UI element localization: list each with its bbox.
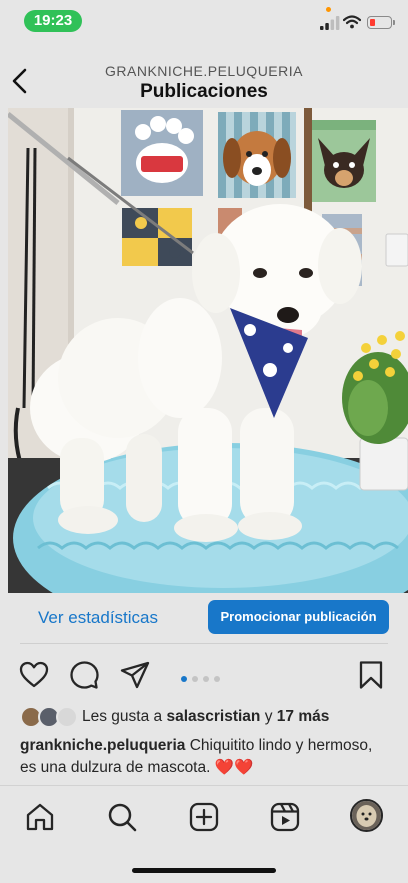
carousel-indicator	[181, 669, 225, 682]
likes-connector: y	[264, 708, 273, 725]
carousel-dot	[203, 676, 209, 682]
liker-avatars	[20, 706, 78, 728]
paw-tiles-poster	[122, 208, 192, 266]
search-icon[interactable]	[106, 801, 138, 833]
reels-icon[interactable]	[269, 801, 301, 833]
post-caption: grankniche.peluqueria Chiquitito lindo y…	[20, 735, 392, 779]
posts-header: GRANKNICHE.PELUQUERIA Publicaciones	[0, 44, 408, 108]
status-time[interactable]: 19:23	[24, 10, 82, 32]
post-photo[interactable]	[8, 108, 408, 593]
likes-text: Les gusta a salascristian y 17 más	[82, 708, 329, 726]
wifi-icon	[343, 15, 361, 29]
recording-indicator-dot	[326, 7, 331, 12]
battery-low-icon	[367, 16, 392, 29]
likes-summary[interactable]: Les gusta a salascristian y 17 más	[20, 706, 400, 730]
comment-icon[interactable]	[68, 659, 100, 691]
heart-icon[interactable]	[18, 659, 50, 691]
battery-cap	[393, 20, 395, 25]
profile-avatar[interactable]	[350, 799, 383, 832]
cellular-signal-icon	[320, 16, 340, 30]
bookmark-icon[interactable]	[355, 659, 387, 691]
new-post-icon[interactable]	[188, 801, 220, 833]
caption-username[interactable]: grankniche.peluqueria	[20, 737, 185, 754]
post-actions	[0, 655, 408, 699]
divider	[20, 643, 388, 644]
share-icon[interactable]	[119, 659, 151, 691]
likes-others-count[interactable]: 17 más	[277, 708, 330, 725]
carousel-dot	[192, 676, 198, 682]
header-username: GRANKNICHE.PELUQUERIA	[105, 63, 303, 79]
pet-friendly-poster	[121, 110, 203, 196]
page-title: Publicaciones	[140, 81, 268, 102]
home-indicator	[132, 868, 276, 873]
insights-row: Ver estadísticas Promocionar publicación	[0, 593, 408, 643]
beagle-poster	[218, 112, 296, 198]
post-photo-illustration	[8, 108, 408, 593]
status-bar: 19:23	[0, 0, 408, 44]
home-icon[interactable]	[24, 801, 56, 833]
chihuahua-poster	[312, 120, 376, 202]
profile-photo	[352, 801, 381, 830]
carousel-dot	[214, 676, 220, 682]
view-insights-link[interactable]: Ver estadísticas	[38, 608, 158, 628]
promote-post-button[interactable]: Promocionar publicación	[208, 600, 389, 634]
likes-prefix: Les gusta a	[82, 708, 163, 725]
avatar	[56, 706, 78, 728]
carousel-dot	[181, 676, 187, 682]
liker-username[interactable]: salascristian	[166, 708, 260, 725]
